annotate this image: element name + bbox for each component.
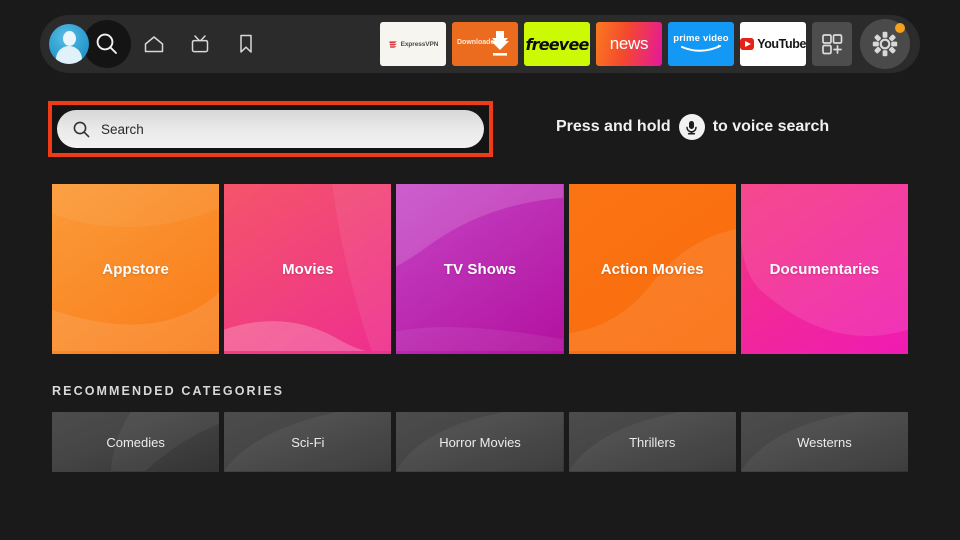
app-tile-freevee[interactable]: freevee xyxy=(524,22,590,66)
live-tv-icon xyxy=(191,35,209,53)
recommended-tile-label: Westerns xyxy=(797,434,852,450)
featured-categories-row: Appstore Movies TV Shows Action Movies D… xyxy=(52,184,909,354)
search-icon xyxy=(96,33,117,54)
feature-tile-label: Documentaries xyxy=(769,260,880,278)
microphone-icon xyxy=(678,114,705,140)
recommended-tile-westerns[interactable]: Westerns xyxy=(740,412,909,472)
feature-tile-movies[interactable]: Movies xyxy=(224,184,392,354)
nav-left-group xyxy=(40,15,269,73)
recommended-tile-comedies[interactable]: Comedies xyxy=(52,412,220,472)
apps-grid-plus-icon xyxy=(822,34,843,55)
app-tile-prime-video[interactable]: prime video xyxy=(668,22,734,66)
app-tile-news[interactable]: news xyxy=(596,22,662,66)
recommended-tile-label: Comedies xyxy=(106,434,165,450)
bookmark-icon xyxy=(240,34,252,53)
recommended-tile-label: Horror Movies xyxy=(439,434,521,450)
app-tile-expressvpn[interactable]: ExpressVPN xyxy=(380,22,446,66)
feature-tile-tv-shows[interactable]: TV Shows xyxy=(396,184,564,354)
recommended-tile-label: Thrillers xyxy=(629,434,676,450)
avatar-body-shape xyxy=(56,46,82,64)
app-tile-downloader[interactable]: Downloader xyxy=(452,22,518,66)
search-input-icon xyxy=(72,120,91,139)
feature-tile-appstore[interactable]: Appstore xyxy=(52,184,220,354)
home-icon xyxy=(144,36,164,53)
feature-tile-label: Action Movies xyxy=(600,260,704,278)
notification-dot xyxy=(895,23,905,33)
expressvpn-mark-icon xyxy=(389,40,397,48)
app-tile-youtube[interactable]: YouTube xyxy=(740,22,806,66)
voice-hint-text-after: to voice search xyxy=(712,118,830,135)
fire-tv-home-screen: ExpressVPN Downloader freevee news prime… xyxy=(0,0,960,540)
recommended-categories-heading: RECOMMENDED CATEGORIES xyxy=(52,384,285,398)
search-input[interactable]: Search xyxy=(57,110,484,148)
app-shortcuts-row: ExpressVPN Downloader freevee news prime… xyxy=(380,19,910,69)
all-apps-button[interactable] xyxy=(812,22,852,66)
feature-tile-label: TV Shows xyxy=(443,260,517,278)
app-label-prime-video: prime video xyxy=(673,32,729,44)
recommended-tile-sci-fi[interactable]: Sci-Fi xyxy=(224,412,392,472)
app-label-freevee: freevee xyxy=(525,34,589,54)
bookmark-icon-button[interactable] xyxy=(223,21,269,67)
feature-tile-label: Appstore xyxy=(102,260,169,278)
home-icon-button[interactable] xyxy=(131,21,177,67)
gear-icon xyxy=(872,31,898,57)
live-tv-icon-button[interactable] xyxy=(177,21,223,67)
search-icon-button[interactable] xyxy=(83,20,131,68)
feature-tile-documentaries[interactable]: Documentaries xyxy=(740,184,909,354)
app-label-news: news xyxy=(609,34,649,53)
top-navigation-bar: ExpressVPN Downloader freevee news prime… xyxy=(40,15,920,73)
feature-tile-label: Movies xyxy=(282,260,334,278)
app-label-youtube: YouTube xyxy=(757,37,806,51)
app-label-expressvpn: ExpressVPN xyxy=(400,40,439,48)
search-placeholder-text: Search xyxy=(101,121,144,137)
profile-avatar[interactable] xyxy=(49,24,89,64)
settings-button[interactable] xyxy=(860,19,910,69)
youtube-play-icon xyxy=(740,38,755,50)
recommended-categories-row: Comedies Sci-Fi Horror Movies Thrillers … xyxy=(52,412,909,472)
download-arrow-icon xyxy=(491,31,509,56)
expressvpn-logo: ExpressVPN xyxy=(388,39,439,50)
amazon-smile-icon xyxy=(681,44,721,52)
recommended-tile-horror-movies[interactable]: Horror Movies xyxy=(396,412,564,472)
recommended-tile-thrillers[interactable]: Thrillers xyxy=(568,412,736,472)
recommended-tile-label: Sci-Fi xyxy=(291,434,325,450)
avatar-head-shape xyxy=(62,31,76,46)
voice-hint-text-before: Press and hold xyxy=(556,118,671,135)
voice-search-hint: Press and hold to voice search xyxy=(556,114,829,140)
feature-tile-action-movies[interactable]: Action Movies xyxy=(568,184,736,354)
